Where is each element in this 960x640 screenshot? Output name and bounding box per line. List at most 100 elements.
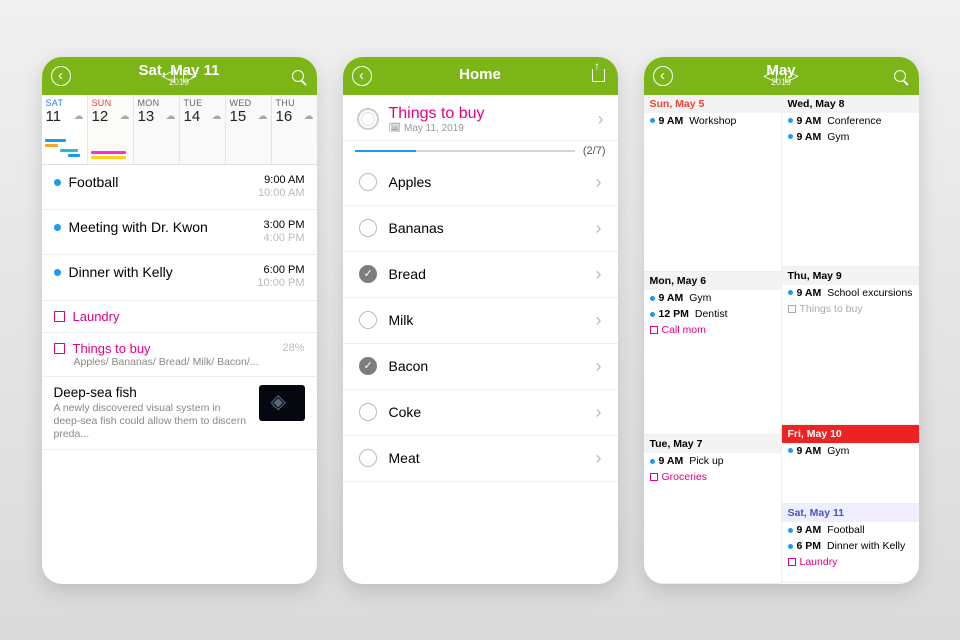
- search-button[interactable]: [287, 65, 309, 87]
- event-time: 9 AM: [797, 115, 822, 127]
- week-todo[interactable]: Call mom: [644, 322, 781, 338]
- check-circle-icon[interactable]: [359, 219, 377, 237]
- checklist-item[interactable]: Bananas ›: [343, 206, 618, 252]
- event-title: Dinner with Kelly: [69, 264, 258, 280]
- week-todo[interactable]: Laundry: [782, 554, 919, 570]
- agenda-event[interactable]: Dinner with Kelly 6:00 PM10:00 PM: [42, 255, 317, 300]
- event-time: 9 AM: [797, 287, 822, 299]
- agenda-todo[interactable]: Laundry: [42, 301, 317, 333]
- day-header[interactable]: Sun, May 5: [644, 95, 781, 113]
- checkbox-icon[interactable]: [54, 311, 65, 322]
- day-cell[interactable]: SAT 11 ☁: [42, 95, 88, 164]
- checkbox-icon[interactable]: [788, 558, 796, 566]
- next-month-button[interactable]: ▷: [781, 65, 803, 86]
- day-block: Fri, May 10 9 AM Gym: [782, 425, 919, 504]
- day-header[interactable]: Sat, May 11: [782, 504, 919, 522]
- week-event[interactable]: 9 AM Gym: [782, 129, 919, 145]
- week-grid: Sun, May 5 9 AM WorkshopMon, May 6 9 AM …: [644, 95, 919, 584]
- day-number: 11: [46, 108, 62, 125]
- day-header[interactable]: Tue, May 7: [644, 435, 781, 453]
- day-header[interactable]: Fri, May 10: [782, 425, 919, 443]
- event-end: 10:00 AM: [258, 187, 304, 200]
- event-text: School excursions: [827, 287, 912, 299]
- share-button[interactable]: [588, 65, 610, 87]
- day-cell[interactable]: TUE 14 ☁: [180, 95, 226, 164]
- todo-subtitle: Apples/ Bananas/ Bread/ Milk/ Bacon/...: [74, 356, 305, 368]
- day-cell[interactable]: WED 15 ☁: [226, 95, 272, 164]
- list-header[interactable]: Things to buy 🗓 May 11, 2019 ›: [343, 95, 618, 141]
- checklist-item[interactable]: Coke ›: [343, 390, 618, 436]
- checklist-item[interactable]: Meat ›: [343, 436, 618, 482]
- checkbox-icon[interactable]: [788, 305, 796, 313]
- week-event[interactable]: 9 AM School excursions: [782, 285, 919, 301]
- checkbox-icon[interactable]: [54, 343, 65, 354]
- news-headline: Deep-sea fish: [54, 385, 249, 400]
- checklist-item[interactable]: Apples ›: [343, 160, 618, 206]
- week-event[interactable]: 9 AM Gym: [782, 443, 919, 459]
- week-event[interactable]: 6 PM Dinner with Kelly: [782, 538, 919, 554]
- week-event[interactable]: 9 AM Football: [782, 522, 919, 538]
- check-circle-icon[interactable]: [359, 265, 377, 283]
- day-of-week: SUN: [92, 98, 129, 108]
- back-button[interactable]: [50, 65, 72, 87]
- week-todo[interactable]: Things to buy: [782, 301, 919, 317]
- agenda-event[interactable]: Meeting with Dr. Kwon 3:00 PM4:00 PM: [42, 210, 317, 255]
- day-number: 16: [276, 108, 293, 125]
- day-block: Sun, May 5 9 AM Workshop: [644, 95, 781, 273]
- checklist-item[interactable]: Milk ›: [343, 298, 618, 344]
- prev-month-button[interactable]: ◁: [759, 65, 781, 86]
- event-start: 6:00 PM: [257, 264, 304, 277]
- back-icon: [352, 66, 372, 86]
- next-day-button[interactable]: ▷: [179, 65, 201, 86]
- checklist-item[interactable]: Bacon ›: [343, 344, 618, 390]
- week-event[interactable]: 12 PM Dentist: [644, 306, 781, 322]
- event-dot-icon: [788, 528, 793, 533]
- back-button[interactable]: [351, 65, 373, 87]
- search-button[interactable]: [889, 65, 911, 87]
- event-dot-icon: [650, 118, 655, 123]
- chevron-right-icon: ›: [598, 109, 604, 130]
- back-button[interactable]: [652, 65, 674, 87]
- day-header[interactable]: Thu, May 9: [782, 267, 919, 285]
- news-card[interactable]: Deep-sea fish A newly discovered visual …: [42, 377, 317, 450]
- day-block: Mon, May 6 9 AM Gym 12 PM Dentist Call m…: [644, 272, 781, 435]
- item-label: Bread: [389, 266, 584, 282]
- todo-text: Things to buy: [800, 303, 863, 315]
- event-dot-icon: [54, 179, 61, 186]
- day-cell[interactable]: SUN 12 ☁: [88, 95, 134, 164]
- checkbox-icon[interactable]: [650, 473, 658, 481]
- item-label: Meat: [389, 450, 584, 466]
- day-header[interactable]: Mon, May 6: [644, 272, 781, 290]
- week-todo[interactable]: Groceries: [644, 469, 781, 485]
- check-circle-icon[interactable]: [359, 357, 377, 375]
- phone-day-view: ◁ Sat, May 11 2019 ▷ SAT 11 ☁ SUN 12 ☁ M…: [42, 57, 317, 584]
- check-circle-icon[interactable]: [359, 449, 377, 467]
- event-end: 4:00 PM: [264, 232, 305, 245]
- agenda-todo[interactable]: Things to buy 28% Apples/ Bananas/ Bread…: [42, 333, 317, 377]
- checkbox-icon[interactable]: [650, 326, 658, 334]
- todo-title: Things to buy: [73, 341, 151, 356]
- event-dot-icon: [788, 448, 793, 453]
- check-circle-icon[interactable]: [359, 173, 377, 191]
- event-time: 9 AM: [659, 115, 684, 127]
- week-event[interactable]: 9 AM Pick up: [644, 453, 781, 469]
- event-dot-icon: [650, 459, 655, 464]
- week-event[interactable]: 9 AM Gym: [644, 290, 781, 306]
- check-circle-icon[interactable]: [359, 311, 377, 329]
- todo-text: Call mom: [662, 324, 706, 336]
- day-cell[interactable]: MON 13 ☁: [134, 95, 180, 164]
- day-number: 14: [184, 108, 201, 125]
- agenda-event[interactable]: Football 9:00 AM10:00 AM: [42, 165, 317, 210]
- day-of-week: WED: [230, 98, 267, 108]
- week-col-right: Wed, May 8 9 AM Conference 9 AM Gym Thu, …: [782, 95, 919, 584]
- check-circle-icon[interactable]: [359, 403, 377, 421]
- week-event[interactable]: 9 AM Workshop: [644, 113, 781, 129]
- event-text: Football: [827, 524, 864, 536]
- day-cell[interactable]: THU 16 ☁: [272, 95, 317, 164]
- topbar: ◁ May 2019 ▷: [644, 57, 919, 95]
- day-header[interactable]: Wed, May 8: [782, 95, 919, 113]
- prev-day-button[interactable]: ◁: [157, 65, 179, 86]
- topbar: ◁ Sat, May 11 2019 ▷: [42, 57, 317, 95]
- checklist-item[interactable]: Bread ›: [343, 252, 618, 298]
- week-event[interactable]: 9 AM Conference: [782, 113, 919, 129]
